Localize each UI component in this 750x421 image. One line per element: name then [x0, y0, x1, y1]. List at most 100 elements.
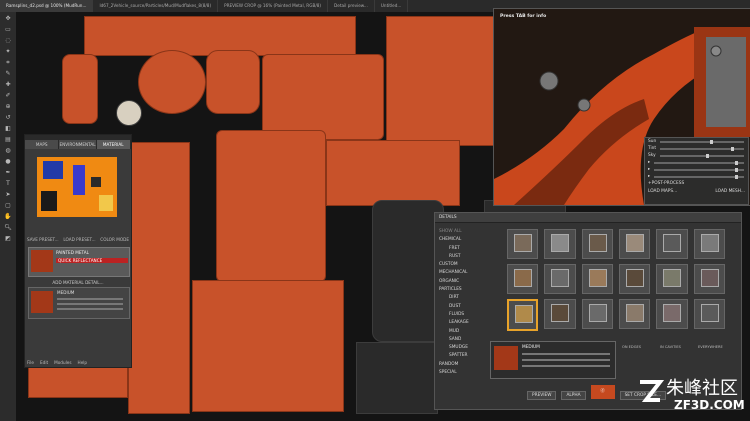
tint-slider[interactable]: [660, 146, 744, 151]
dodge-tool-icon[interactable]: ●: [4, 158, 12, 166]
r-slider[interactable]: [654, 160, 744, 165]
preview-toggle[interactable]: PREVIEW: [527, 391, 557, 400]
category-item[interactable]: PARTICLES: [439, 287, 485, 295]
detail-slider[interactable]: [57, 308, 123, 310]
path-tool-icon[interactable]: ➤: [4, 191, 12, 199]
brush-tool-icon[interactable]: ✐: [4, 92, 12, 100]
quick-reflectance-field[interactable]: QUICK REFLECTANCE: [56, 258, 128, 263]
blur-tool-icon[interactable]: ◍: [4, 147, 12, 155]
detail-editor-name: MEDIUM: [522, 345, 540, 350]
detail-thumbnail[interactable]: [619, 299, 651, 329]
painted-metal-material[interactable]: PAINTED METAL QUICK REFLECTANCE: [28, 247, 130, 277]
on-edges-option[interactable]: ON EDGES: [622, 345, 641, 349]
detail-thumbnail[interactable]: [581, 299, 613, 329]
eraser-tool-icon[interactable]: ◧: [4, 125, 12, 133]
category-item[interactable]: DUST: [439, 304, 485, 312]
detail-thumbnail[interactable]: [693, 229, 725, 259]
tab-material[interactable]: MATERIAL: [96, 140, 132, 149]
color-swatches-icon[interactable]: ◩: [4, 235, 12, 243]
stamp-tool-icon[interactable]: ⊕: [4, 103, 12, 111]
history-brush-icon[interactable]: ↺: [4, 114, 12, 122]
move-tool-icon[interactable]: ✥: [4, 15, 12, 23]
marquee-tool-icon[interactable]: ▭: [4, 26, 12, 34]
menu-help[interactable]: Help: [78, 360, 88, 365]
menu-edit[interactable]: Edit: [40, 360, 48, 365]
heal-tool-icon[interactable]: ✚: [4, 81, 12, 89]
shape-tool-icon[interactable]: ▢: [4, 202, 12, 210]
load-maps-button[interactable]: LOAD MAPS...: [648, 189, 677, 194]
sun-slider[interactable]: [660, 139, 744, 144]
add-material-detail-button[interactable]: ADD MATERIAL DETAIL...: [28, 280, 128, 285]
category-item[interactable]: ORGANIC: [439, 279, 485, 287]
hand-tool-icon[interactable]: ✋: [4, 213, 12, 221]
detail-thumbnail[interactable]: [656, 264, 688, 294]
detail-slider[interactable]: [57, 298, 123, 300]
detail-thumbnail[interactable]: [619, 264, 651, 294]
menu-file[interactable]: File: [27, 360, 34, 365]
detail-thumbnail[interactable]: [656, 229, 688, 259]
load-preset-button[interactable]: LOAD PRESET...: [63, 237, 95, 242]
detail-thumbnail[interactable]: [581, 264, 613, 294]
everywhere-option[interactable]: EVERYWHERE: [698, 345, 723, 349]
type-tool-icon[interactable]: T: [4, 180, 12, 188]
eyedropper-tool-icon[interactable]: ✎: [4, 70, 12, 78]
category-item[interactable]: MUD: [439, 329, 485, 337]
r-row: ▸: [645, 159, 748, 166]
detail-thumbnail[interactable]: [619, 229, 651, 259]
3d-preview-viewport[interactable]: Press TAB for info Sun Tint Sky ▸ ▸ ▸ + …: [493, 8, 750, 206]
gradient-tool-icon[interactable]: ▤: [4, 136, 12, 144]
detail-thumbnail[interactable]: [581, 229, 613, 259]
detail-thumbnail[interactable]: [693, 264, 725, 294]
menu-modules[interactable]: Modules: [54, 360, 71, 365]
category-list: SHOW ALL CHEMICAL FRET RUST CUSTOM MECHANICAL…: [439, 229, 485, 378]
category-item[interactable]: LEAKAGE: [439, 320, 485, 328]
g-row: ▸: [645, 166, 748, 173]
category-item[interactable]: SPECIAL: [439, 370, 485, 378]
detail-layer-box[interactable]: MEDIUM: [28, 287, 130, 319]
doc-tab[interactable]: PREVIEW CROP @ 16% (Painted Metal, RGB/8…: [218, 0, 329, 12]
category-item[interactable]: MECHANICAL: [439, 270, 485, 278]
sky-label: Sky: [648, 153, 656, 158]
detail-thumbnail[interactable]: [693, 299, 725, 329]
category-item[interactable]: SAND: [439, 337, 485, 345]
color-mode-button[interactable]: COLOR MODE: [100, 237, 129, 242]
post-process-toggle[interactable]: + POST-PROCESS: [645, 180, 748, 187]
b-slider[interactable]: [654, 174, 744, 179]
doc-tab[interactable]: ld67_2Vehicle_source/Particles/Mud/Mudfl…: [93, 0, 219, 12]
detail-thumbnail[interactable]: [544, 264, 576, 294]
alpha-select[interactable]: ALPHA: [561, 391, 586, 400]
zoom-tool-icon[interactable]: 🔍︎: [4, 224, 12, 232]
detail-thumbnail[interactable]: [656, 299, 688, 329]
detail-thumbnail[interactable]: [544, 299, 576, 329]
sky-slider[interactable]: [659, 153, 744, 158]
pen-tool-icon[interactable]: ✒: [4, 169, 12, 177]
detail-thumbnail[interactable]: [507, 299, 539, 331]
wand-tool-icon[interactable]: ✦: [4, 48, 12, 56]
doc-tab[interactable]: Untitled...: [375, 0, 409, 12]
g-slider[interactable]: [654, 167, 744, 172]
lasso-tool-icon[interactable]: ◌: [4, 37, 12, 45]
watermark: 朱峰社区 ZF3D.COM: [636, 372, 746, 417]
in-cavities-option[interactable]: IN CAVITIES: [660, 345, 681, 349]
doc-tab[interactable]: Ramsplins_d2.psd @ 100% (MudRun...: [0, 0, 94, 12]
tab-environmental[interactable]: ENVIRONMENTAL: [59, 140, 97, 149]
load-mesh-button[interactable]: LOAD MESH...: [715, 189, 745, 194]
editor-slider[interactable]: [522, 359, 610, 361]
watermark-cn: 朱峰社区: [666, 378, 738, 399]
detail-thumbnail[interactable]: [544, 229, 576, 259]
crop-tool-icon[interactable]: ⌗: [4, 59, 12, 67]
tab-maps[interactable]: MAPS: [25, 140, 60, 149]
detail-slider[interactable]: [57, 303, 123, 305]
editor-slider[interactable]: [522, 353, 610, 355]
category-item[interactable]: CHEMICAL: [439, 237, 485, 245]
detail-thumbnail[interactable]: [507, 264, 539, 294]
editor-slider[interactable]: [522, 365, 610, 367]
category-item[interactable]: RUST: [439, 254, 485, 262]
detail-thumbnail[interactable]: [507, 229, 539, 259]
category-item[interactable]: FRET: [439, 246, 485, 254]
doc-tab[interactable]: Detail preview...: [328, 0, 375, 12]
save-preset-button[interactable]: SAVE PRESET...: [27, 237, 59, 242]
category-item[interactable]: DIRT: [439, 295, 485, 303]
category-item[interactable]: RANDOM: [439, 362, 485, 370]
category-item[interactable]: SPATTER: [439, 353, 485, 361]
